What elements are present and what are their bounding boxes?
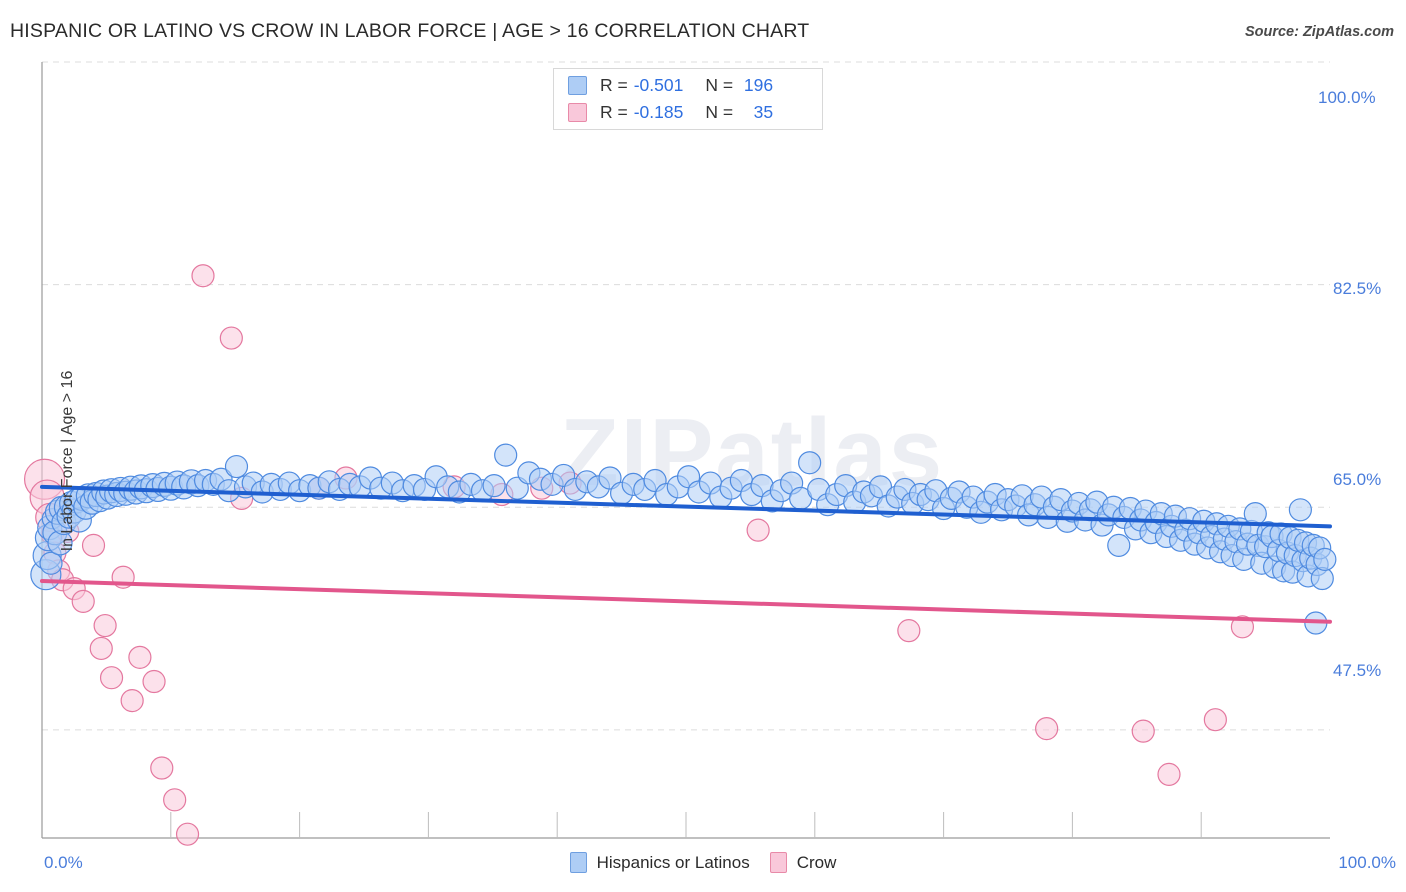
series-swatch-hispanics [569,852,587,873]
data-point [150,756,174,780]
data-point [1310,566,1334,591]
series-legend-item-hispanics[interactable]: Hispanics or Latinos [569,852,750,873]
correlation-legend: R = -0.501 N = 196 R = -0.185 N = 35 [553,68,823,130]
y-tick-label-82: 82.5% [1333,279,1382,298]
data-point [1131,719,1155,743]
data-point [163,788,187,812]
data-point [494,443,518,467]
data-point [128,645,152,669]
series-legend: Hispanics or Latinos Crow [0,852,1406,873]
legend-swatch-blue [568,76,587,95]
y-tick-label-100: 100.0% [1318,88,1376,107]
n-label-pink: N = [705,102,734,122]
data-point [142,669,166,694]
data-point [746,518,770,542]
data-point [1107,533,1131,558]
data-point [219,326,243,350]
r-label-blue: R = [600,75,628,95]
data-point [191,264,215,288]
correlation-chart-page: HISPANIC OR LATINO VS CROW IN LABOR FORC… [0,0,1406,892]
series-label-crow: Crow [796,852,837,872]
crow-points [23,264,1255,846]
n-label-blue: N = [705,75,734,95]
data-point [120,689,144,713]
legend-row-hispanics: R = -0.501 N = 196 [568,72,808,99]
hispanics-points [30,443,1337,635]
y-tick-label-47: 47.5% [1333,661,1382,680]
series-swatch-crow [769,852,787,873]
legend-swatch-pink [568,103,587,122]
x-axis-ticks [170,812,1202,838]
n-value-blue: 196 [743,75,774,95]
series-label-hispanics: Hispanics or Latinos [596,852,750,872]
data-point [99,666,124,690]
r-value-pink: -0.185 [633,102,684,122]
n-value-pink: 35 [753,102,774,122]
trend-line [40,579,1332,624]
data-point [81,533,106,558]
data-point [1157,762,1181,786]
data-point [89,636,113,661]
data-point [1035,716,1059,741]
r-label-pink: R = [600,102,628,122]
page-title: HISPANIC OR LATINO VS CROW IN LABOR FORC… [10,20,810,42]
data-point [175,822,200,846]
data-point [1313,547,1337,572]
plot-area: In Labor Force | Age > 16 [23,61,1337,846]
legend-row-crow: R = -0.185 N = 35 [568,99,808,126]
scatter-plot-svg [23,61,1337,846]
data-point [897,619,921,643]
y-tick-label-65: 65.0% [1333,470,1382,489]
data-point [1243,502,1267,526]
data-point [1288,498,1312,522]
gridlines [42,61,1330,731]
r-value-blue: -0.501 [633,75,684,95]
y-axis-title: In Labor Force | Age > 16 [59,370,76,552]
data-point [482,474,506,498]
data-point [1203,708,1227,732]
series-legend-item-crow[interactable]: Crow [769,852,837,873]
data-point [798,451,822,475]
source-attribution: Source: ZipAtlas.com [1244,24,1394,40]
data-point [93,613,117,638]
data-point [224,454,249,479]
